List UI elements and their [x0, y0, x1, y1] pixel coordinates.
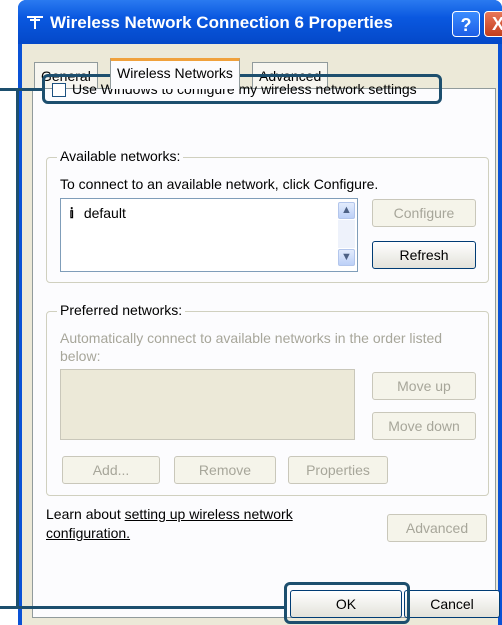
add-button[interactable]: Add... [62, 456, 160, 484]
callout-leader-bottom [0, 606, 286, 609]
remove-button[interactable]: Remove [174, 456, 276, 484]
callout-leader-vertical [16, 88, 19, 608]
antenna-icon: 𝕚 [69, 205, 74, 221]
use-windows-checkbox[interactable] [52, 83, 66, 97]
available-instruction: To connect to an available network, clic… [60, 176, 379, 192]
callout-leader-top [0, 88, 44, 91]
title-bar[interactable]: Wireless Network Connection 6 Properties… [18, 0, 502, 44]
close-button[interactable]: X [484, 11, 502, 37]
preferred-desc-line1: Automatically connect to available netwo… [60, 330, 443, 346]
move-down-button[interactable]: Move down [372, 412, 476, 440]
window-title: Wireless Network Connection 6 Properties [50, 13, 393, 32]
preferred-networks-list[interactable] [60, 369, 355, 440]
properties-button[interactable]: Properties [288, 456, 388, 484]
advanced-button[interactable]: Advanced [387, 514, 487, 542]
learn-about-prefix: Learn about [46, 506, 125, 522]
available-networks-title: Available networks: [57, 148, 184, 164]
preferred-networks-title: Preferred networks: [57, 302, 186, 318]
available-networks-list[interactable]: 𝕚 default ▲ ▼ [60, 198, 358, 272]
ok-button[interactable]: OK [290, 590, 402, 618]
network-name: default [83, 205, 126, 221]
refresh-button[interactable]: Refresh [372, 241, 476, 269]
network-connection-icon [27, 16, 43, 29]
tab-wireless-networks[interactable]: Wireless Networks [110, 58, 240, 89]
configuration-link[interactable]: configuration. [46, 525, 130, 541]
learn-about-line1: Learn about setting up wireless network [46, 506, 293, 522]
configure-button[interactable]: Configure [372, 199, 476, 227]
list-item[interactable]: 𝕚 default [69, 205, 126, 222]
scroll-down-button[interactable]: ▼ [338, 249, 355, 266]
move-up-button[interactable]: Move up [372, 372, 476, 400]
setting-up-link[interactable]: setting up wireless network [125, 506, 293, 522]
cancel-button[interactable]: Cancel [404, 590, 500, 618]
scrollbar-track[interactable] [338, 220, 355, 248]
help-button[interactable]: ? [452, 11, 480, 37]
scroll-up-button[interactable]: ▲ [338, 202, 355, 219]
preferred-desc-line2: below: [60, 348, 101, 364]
